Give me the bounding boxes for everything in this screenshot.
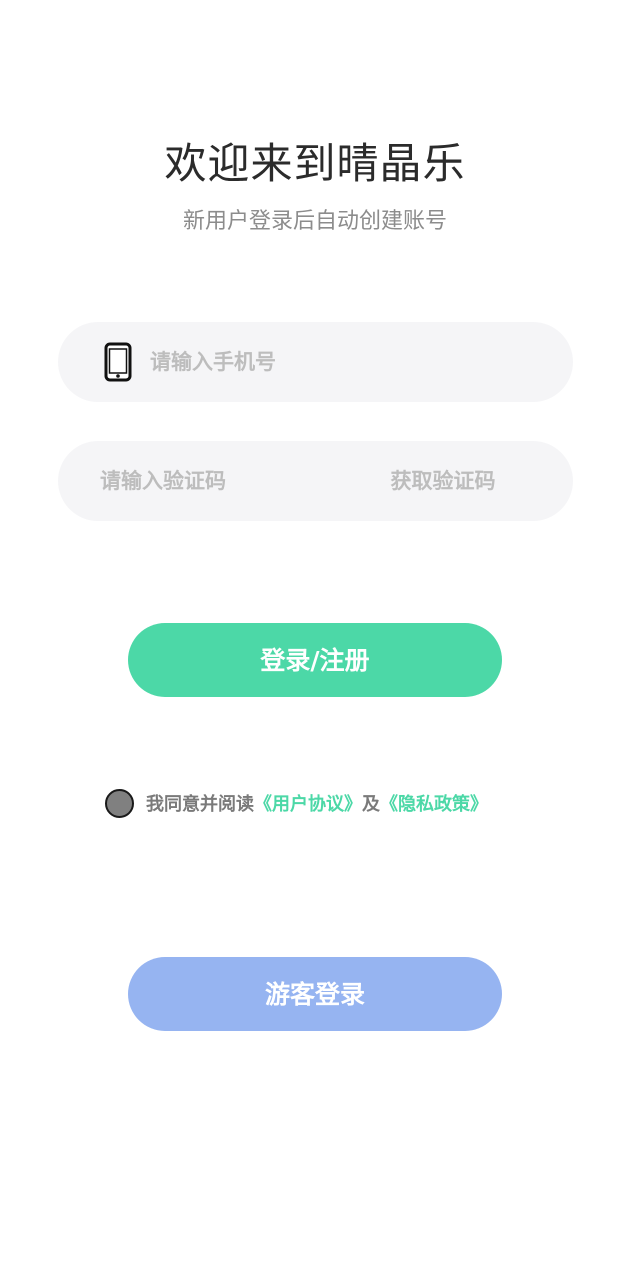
page-subtitle: 新用户登录后自动创建账号 <box>182 209 447 234</box>
verification-code-input[interactable] <box>100 463 330 499</box>
phone-input[interactable] <box>150 344 530 380</box>
agreement-radio[interactable] <box>105 788 134 818</box>
privacy-policy-link[interactable]: 《隐私政策》 <box>380 790 488 816</box>
user-agreement-link[interactable]: 《用户协议》 <box>254 790 362 816</box>
login-register-button[interactable]: 登录/注册 <box>128 623 502 697</box>
get-code-button[interactable]: 获取验证码 <box>368 463 518 499</box>
phone-field[interactable] <box>58 322 573 402</box>
smartphone-icon <box>104 342 132 382</box>
guest-login-button[interactable]: 游客登录 <box>128 957 502 1031</box>
agreement-prefix: 我同意并阅读 <box>146 794 254 815</box>
page-title: 欢迎来到晴晶乐 <box>164 139 466 188</box>
agreement-connector: 及 <box>362 794 380 815</box>
verification-code-field[interactable]: 获取验证码 <box>58 441 573 521</box>
agreement-row: 我同意并阅读 《用户协议》 及 《隐私政策》 <box>105 787 488 819</box>
